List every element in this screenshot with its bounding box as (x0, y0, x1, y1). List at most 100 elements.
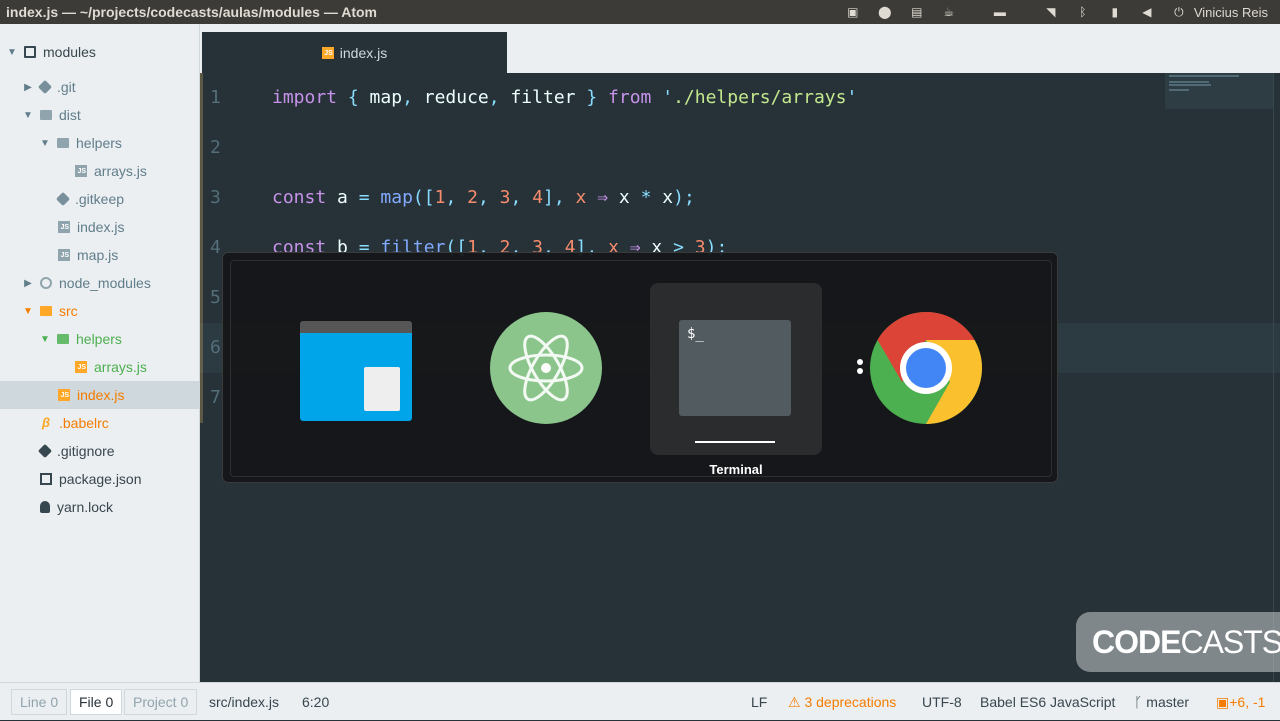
find-line-toggle[interactable]: Line 0 (11, 689, 68, 715)
atom-icon[interactable] (490, 312, 602, 424)
encoding[interactable]: UTF-8 (922, 683, 962, 721)
find-project-toggle[interactable]: Project 0 (124, 689, 198, 715)
app-terminal[interactable]: $_ Terminal (650, 283, 822, 477)
code-token: ' (846, 87, 858, 108)
minimap-line (1169, 75, 1239, 77)
terminal-prompt: $_ (687, 326, 704, 342)
volume-icon[interactable]: ◀ (1138, 5, 1156, 19)
tree-item-map[interactable]: JS map.js (0, 241, 200, 269)
tree-view: ▼ modules ▶ .git ▼ dist ▼ helpers JS arr… (0, 24, 200, 682)
chevron-down-icon: ▼ (23, 305, 33, 317)
document-icon (364, 367, 400, 411)
git-branch[interactable]: ᚴ master (1134, 683, 1189, 721)
app-switcher: $_ Terminal (222, 252, 1058, 483)
minimap[interactable] (1165, 73, 1273, 109)
tree-root-modules[interactable]: ▼ modules (0, 38, 200, 66)
code-token: x (575, 187, 587, 208)
line-number: 2 (210, 137, 221, 158)
tree-item-git[interactable]: ▶ .git (0, 73, 200, 101)
code-token: a (326, 187, 359, 208)
code-token: reduce (423, 87, 489, 108)
find-file-toggle[interactable]: File 0 (70, 689, 123, 715)
git-icon (37, 79, 53, 95)
code-line[interactable]: const a = map([1, 2, 3, 4], x ⇒ x * x); (272, 173, 695, 223)
tree-item-gitkeep[interactable]: .gitkeep (0, 185, 200, 213)
git-icon (55, 191, 71, 207)
bluetooth-icon[interactable]: ᛒ (1074, 5, 1092, 19)
tree-item-src-arrays[interactable]: JS arrays.js (0, 353, 200, 381)
tree-item-node-modules[interactable]: ▶ node_modules (0, 269, 200, 297)
user-name[interactable]: Vinicius Reis (1194, 5, 1268, 20)
tree-item-label: .babelrc (59, 415, 109, 431)
minimap-line (1169, 84, 1211, 86)
tree-item-dist-arrays[interactable]: JS arrays.js (0, 157, 200, 185)
tree-item-label: helpers (76, 135, 122, 151)
code-token: 4 (532, 187, 544, 208)
chrome-icon[interactable] (870, 312, 983, 424)
seg-label: File (79, 694, 102, 710)
tree-item-gitignore[interactable]: .gitignore (0, 437, 200, 465)
chevron-down-icon: ▼ (40, 137, 50, 149)
tree-item-label: yarn.lock (57, 499, 114, 515)
repo-icon (24, 46, 36, 58)
coffee-icon[interactable]: ☕ (940, 5, 958, 19)
tree-item-src[interactable]: ▼ src (0, 297, 200, 325)
seg-label: Project (133, 694, 177, 710)
app-label: Terminal (709, 462, 763, 477)
js-file-icon: JS (58, 221, 70, 233)
screenshot-icon[interactable]: ▣ (844, 5, 862, 19)
code-token: ' (651, 87, 674, 108)
code-token: map (369, 87, 403, 108)
chevron-right-icon: ▶ (24, 81, 32, 93)
tree-item-dist[interactable]: ▼ dist (0, 101, 200, 129)
code-token: , (488, 87, 511, 108)
deprecations-label: 3 deprecations (804, 694, 897, 710)
tree-item-babelrc[interactable]: β .babelrc (0, 409, 200, 437)
files-icon[interactable] (300, 321, 412, 421)
vertical-scrollbar[interactable] (1273, 73, 1274, 682)
tree-item-src-index[interactable]: JS index.js (0, 381, 200, 409)
tab-index-js[interactable]: JS index.js (202, 32, 507, 73)
keyboard-indicator-icon[interactable]: ▬ (972, 5, 1028, 19)
code-token: x (618, 187, 641, 208)
cursor-position[interactable]: 6:20 (302, 683, 329, 721)
chevron-down-icon: ▼ (7, 46, 17, 58)
code-token: 3 (499, 187, 511, 208)
code-line[interactable]: import { map, reduce, filter } from './h… (272, 73, 857, 123)
code-token: , (402, 87, 424, 108)
deprecations-indicator[interactable]: ⚠ 3 deprecations (788, 683, 896, 721)
power-icon[interactable]: ⏻ (1170, 5, 1188, 19)
tab-label: index.js (339, 44, 388, 61)
note-icon[interactable]: ▤ (908, 5, 926, 19)
line-number: 1 (210, 87, 221, 108)
code-token: from (608, 87, 652, 108)
code-token: , (445, 187, 468, 208)
warning-icon: ⚠ (788, 694, 801, 710)
window-count-indicator (857, 359, 863, 377)
battery-icon[interactable]: ▮ (1106, 5, 1124, 19)
wifi-icon[interactable]: ◥ (1042, 5, 1060, 19)
tree-item-dist-helpers[interactable]: ▼ helpers (0, 129, 200, 157)
watermark-light: CASTS (1180, 623, 1280, 660)
tree-item-dist-index[interactable]: JS index.js (0, 213, 200, 241)
top-panel: index.js — ~/projects/codecasts/aulas/mo… (0, 0, 1280, 24)
js-file-icon: JS (75, 165, 87, 177)
tree-item-package-json[interactable]: package.json (0, 465, 200, 493)
code-token: * (640, 187, 652, 208)
file-path[interactable]: src/index.js (209, 683, 279, 721)
tree-item-src-helpers[interactable]: ▼ helpers (0, 325, 200, 353)
recorder-icon[interactable]: ⬤ (876, 5, 894, 19)
git-diff-stats[interactable]: ▣+6, -1 (1216, 683, 1265, 721)
tree-item-yarn-lock[interactable]: yarn.lock (0, 493, 200, 521)
code-token: , (477, 187, 500, 208)
app-switcher-frame: $_ Terminal (230, 260, 1052, 477)
branch-label: master (1146, 694, 1190, 710)
code-token: 1 (434, 187, 446, 208)
line-ending[interactable]: LF (751, 683, 767, 721)
code-token: map (380, 187, 413, 208)
atom-logo (508, 334, 584, 402)
diff-label: +6, -1 (1229, 694, 1266, 710)
code-token: 2 (467, 187, 478, 208)
folder-icon (40, 306, 52, 316)
grammar-selector[interactable]: Babel ES6 JavaScript (980, 683, 1115, 721)
